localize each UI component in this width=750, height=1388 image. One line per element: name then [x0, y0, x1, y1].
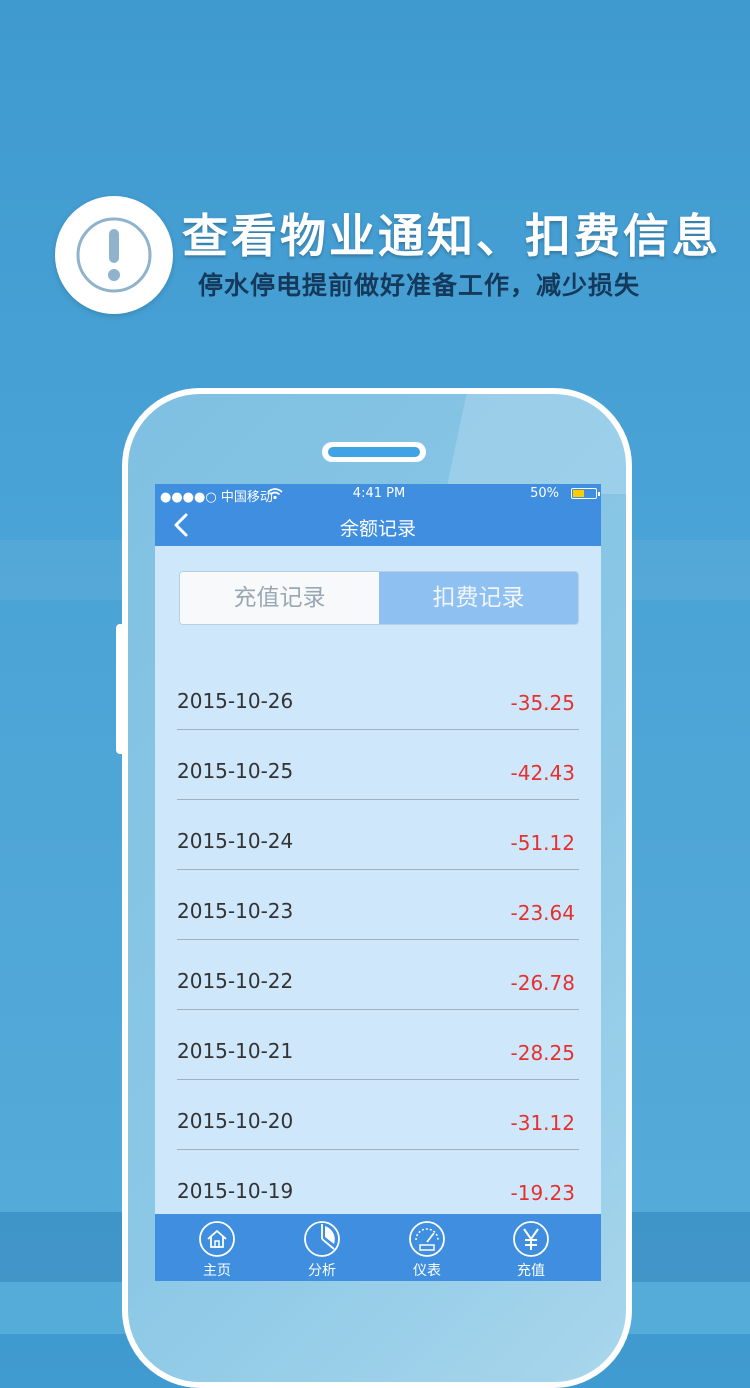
list-item[interactable]: 2015-10-25 -42.43	[177, 729, 579, 800]
battery-percent: 50%	[530, 486, 559, 501]
promo-title: 查看物业通知、扣费信息	[182, 209, 721, 263]
phone-glare	[445, 394, 626, 494]
tab-home[interactable]: 主页	[167, 1214, 267, 1281]
page-title: 余额记录	[339, 518, 416, 540]
record-type-segment: 充值记录 扣费记录	[179, 571, 579, 625]
phone-screen: ●●●●○ 中国移动 4:41 PM 50% 余额记录 充值记录 扣费记录 20…	[155, 484, 601, 1281]
list-item[interactable]: 2015-10-24 -51.12	[177, 799, 579, 870]
list-item[interactable]: 2015-10-22 -26.78	[177, 939, 579, 1010]
record-date: 2015-10-26	[177, 689, 294, 713]
wifi-icon	[267, 488, 283, 500]
list-item[interactable]: 2015-10-23 -23.64	[177, 869, 579, 940]
battery-icon	[571, 488, 600, 499]
record-amount: -26.78	[510, 971, 575, 995]
record-amount: -28.25	[510, 1041, 575, 1065]
tab-label: 分析	[308, 1263, 336, 1279]
battery-fill	[573, 490, 584, 497]
tab-meter[interactable]: 仪表	[377, 1214, 477, 1281]
record-date: 2015-10-19	[177, 1179, 294, 1203]
record-date: 2015-10-21	[177, 1039, 294, 1063]
record-date: 2015-10-25	[177, 759, 294, 783]
yen-icon	[513, 1221, 549, 1257]
chevron-left-icon[interactable]	[169, 512, 195, 538]
record-date: 2015-10-22	[177, 969, 294, 993]
tab-label: 主页	[203, 1263, 231, 1279]
status-bar: ●●●●○ 中国移动 4:41 PM 50%	[155, 484, 601, 505]
alert-badge	[55, 196, 173, 314]
list-item[interactable]: 2015-10-20 -31.12	[177, 1079, 579, 1150]
record-date: 2015-10-24	[177, 829, 294, 853]
record-date: 2015-10-20	[177, 1109, 294, 1133]
record-amount: -23.64	[510, 901, 575, 925]
promo-subtitle: 停水停电提前做好准备工作，减少损失	[198, 271, 641, 300]
record-amount: -35.25	[510, 691, 575, 715]
record-amount: -42.43	[510, 761, 575, 785]
nav-bar: 余额记录	[155, 504, 601, 546]
tab-analysis[interactable]: 分析	[272, 1214, 372, 1281]
record-amount: -19.23	[510, 1181, 575, 1205]
record-amount: -51.12	[510, 831, 575, 855]
list-item[interactable]: 2015-10-26 -35.25	[177, 659, 579, 730]
gauge-icon	[409, 1221, 445, 1257]
tab-label: 充值	[517, 1263, 545, 1279]
tab-deduction-records[interactable]: 扣费记录	[379, 572, 578, 624]
phone-speaker-grill	[328, 447, 420, 457]
carrier-label: ●●●●○ 中国移动	[160, 490, 273, 505]
phone-speaker	[322, 442, 426, 462]
list-item[interactable]: 2015-10-19 -19.23	[177, 1149, 579, 1219]
pie-chart-icon	[304, 1221, 340, 1257]
tab-recharge[interactable]: 充值	[481, 1214, 581, 1281]
tab-recharge-records[interactable]: 充值记录	[180, 572, 379, 624]
phone-side-button	[116, 624, 124, 754]
battery-tip	[598, 492, 600, 496]
tab-label: 仪表	[413, 1263, 441, 1279]
home-icon	[199, 1221, 235, 1257]
list-item[interactable]: 2015-10-21 -28.25	[177, 1009, 579, 1080]
record-amount: -31.12	[510, 1111, 575, 1135]
exclamation-icon	[76, 217, 152, 293]
status-time: 4:41 PM	[352, 486, 406, 501]
tab-bar: 主页 分析 仪表 充值	[155, 1214, 601, 1281]
record-date: 2015-10-23	[177, 899, 294, 923]
